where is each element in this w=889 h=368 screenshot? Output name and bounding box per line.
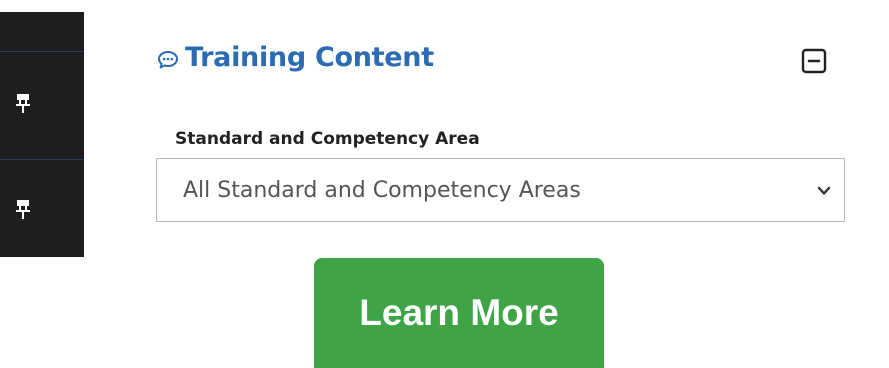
chevron-down-icon bbox=[816, 183, 832, 199]
sidebar-rail bbox=[0, 12, 84, 257]
minus-square-icon bbox=[801, 48, 827, 74]
pin-icon[interactable] bbox=[11, 92, 35, 116]
panel-title-text: Training Content bbox=[185, 42, 434, 73]
page: Training Content Standard and Competency… bbox=[0, 0, 889, 368]
select-value: All Standard and Competency Areas bbox=[183, 178, 581, 203]
standard-competency-select[interactable]: All Standard and Competency Areas bbox=[156, 158, 845, 222]
learn-more-button[interactable]: Learn More bbox=[314, 258, 604, 368]
panel-title: Training Content bbox=[157, 42, 434, 73]
pin-icon[interactable] bbox=[11, 198, 35, 222]
rail-divider bbox=[0, 51, 84, 52]
rail-divider bbox=[0, 159, 84, 160]
collapse-button[interactable] bbox=[800, 47, 828, 75]
standard-competency-label: Standard and Competency Area bbox=[175, 129, 480, 149]
chat-bubble-icon bbox=[157, 47, 179, 69]
